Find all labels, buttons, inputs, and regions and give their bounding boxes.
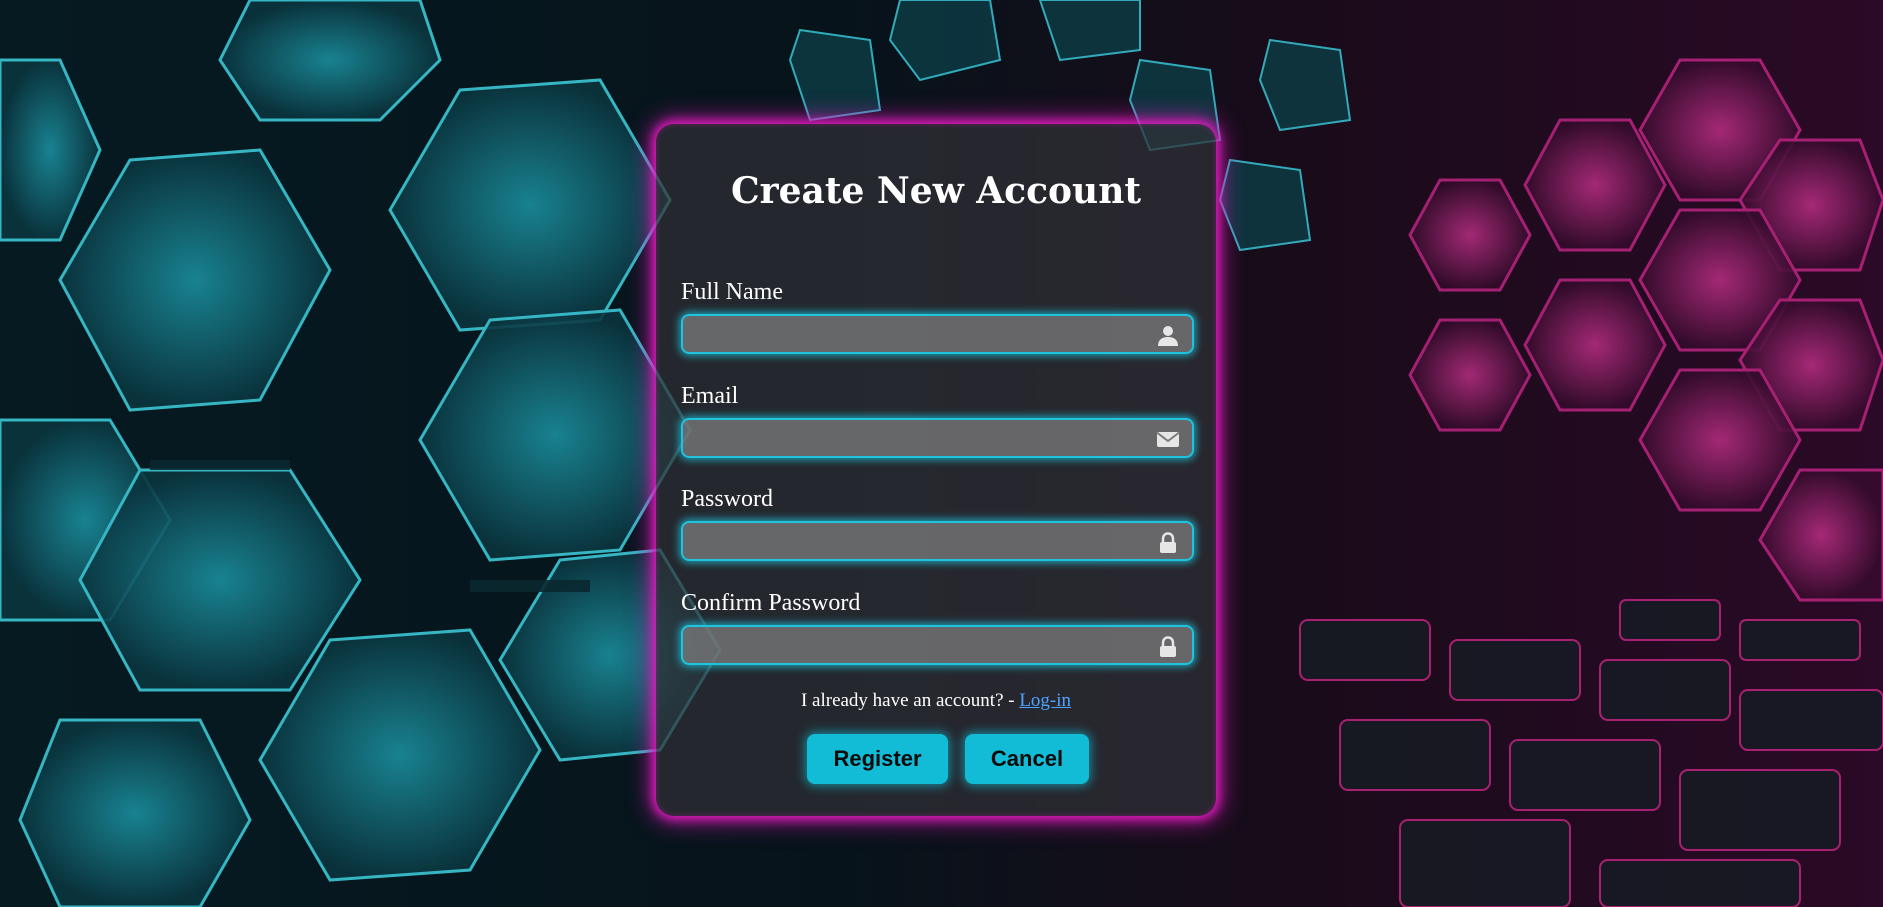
full-name-field-wrapper [681, 314, 1194, 354]
email-label: Email [681, 383, 739, 409]
confirm-password-input[interactable] [683, 627, 1192, 663]
envelope-icon [1156, 429, 1180, 449]
cancel-button[interactable]: Cancel [965, 734, 1089, 784]
password-label: Password [681, 486, 774, 512]
page-title: Create New Account [730, 170, 1141, 212]
full-name-label: Full Name [681, 279, 783, 305]
lock-icon [1156, 636, 1180, 657]
lock-icon [1156, 532, 1180, 553]
confirm-password-field-wrapper [681, 625, 1194, 665]
register-button[interactable]: Register [807, 734, 948, 784]
register-card: Create New Account Full Name Email Passw… [656, 124, 1216, 816]
confirm-password-label: Confirm Password [681, 590, 861, 616]
full-name-input[interactable] [683, 316, 1192, 352]
login-link[interactable]: Log-in [1019, 690, 1071, 711]
email-input[interactable] [683, 420, 1192, 456]
login-prompt: I already have an account? - Log-in [656, 690, 1216, 712]
email-field-wrapper [681, 418, 1194, 458]
login-prompt-text: I already have an account? - [800, 690, 1020, 711]
password-field-wrapper [681, 521, 1194, 561]
password-input[interactable] [683, 523, 1192, 559]
user-icon [1156, 325, 1180, 346]
